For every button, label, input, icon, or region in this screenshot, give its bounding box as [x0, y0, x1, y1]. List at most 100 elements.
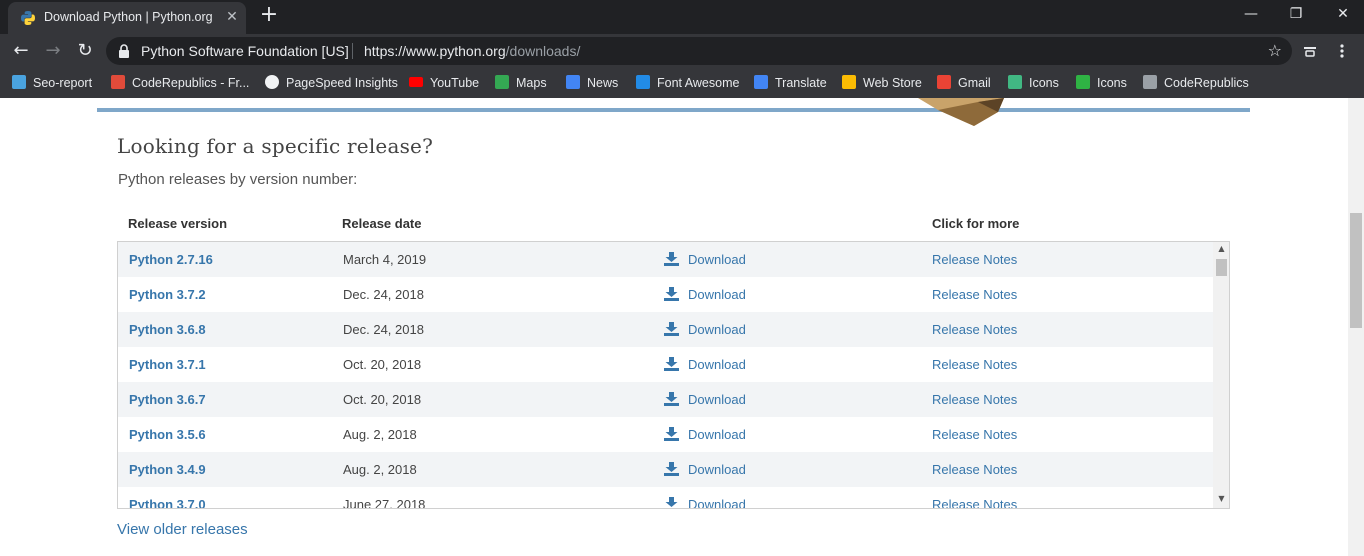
bookmark-star-icon[interactable]: ☆ — [1268, 41, 1282, 60]
extension-icon[interactable] — [1302, 43, 1318, 59]
bookmark-gmail[interactable]: Gmail — [937, 74, 991, 92]
download-link[interactable]: Download — [664, 287, 746, 302]
site-identity-chip[interactable]: Python Software Foundation [US] — [141, 43, 349, 59]
download-icon — [664, 357, 679, 371]
bookmark-translate[interactable]: Translate — [754, 74, 827, 92]
bookmark-web-store[interactable]: Web Store — [842, 74, 922, 92]
table-row: Python 3.7.0 June 27, 2018 Download Rele… — [118, 487, 1213, 509]
vue-icon — [1008, 75, 1022, 89]
bookmark-maps[interactable]: Maps — [495, 74, 547, 92]
release-version-link[interactable]: Python 3.7.1 — [129, 357, 206, 372]
bookmark-icons-bootstrap[interactable]: Icons — [1076, 74, 1127, 92]
url-path: /downloads/ — [505, 43, 581, 59]
gmail-icon — [937, 75, 951, 89]
release-notes-link[interactable]: Release Notes — [932, 462, 1017, 477]
table-row: Python 3.6.8 Dec. 24, 2018 Download Rele… — [118, 312, 1213, 347]
release-version-link[interactable]: Python 3.6.8 — [129, 322, 206, 337]
close-window-button[interactable]: ✕ — [1328, 4, 1358, 24]
release-notes-link[interactable]: Release Notes — [932, 252, 1017, 267]
column-header-more: Click for more — [932, 216, 1020, 231]
table-row: Python 3.4.9 Aug. 2, 2018 Download Relea… — [118, 452, 1213, 487]
page-scroll-thumb[interactable] — [1350, 213, 1362, 328]
page-subheading: Python releases by version number: — [118, 171, 358, 188]
release-notes-link[interactable]: Release Notes — [932, 392, 1017, 407]
python-logo-icon — [21, 11, 35, 25]
omnibox-divider — [352, 43, 353, 59]
back-button[interactable]: ← — [9, 39, 33, 63]
release-list-scrollbar[interactable]: ▲ ▼ — [1213, 242, 1229, 508]
release-date: Oct. 20, 2018 — [343, 392, 422, 407]
release-notes-link[interactable]: Release Notes — [932, 357, 1017, 372]
bookmark-icons-vue[interactable]: Icons — [1008, 74, 1059, 92]
release-version-link[interactable]: Python 3.5.6 — [129, 427, 206, 442]
bookmark-font-awesome[interactable]: Font Awesome — [636, 74, 739, 92]
python-box-illustration — [918, 98, 1004, 126]
release-date: Aug. 2, 2018 — [343, 427, 417, 442]
bookmark-news[interactable]: News — [566, 74, 618, 92]
new-tab-button[interactable]: + — [258, 4, 280, 26]
bookmark-pagespeed[interactable]: PageSpeed Insights — [265, 74, 398, 92]
download-link[interactable]: Download — [664, 462, 746, 477]
download-icon — [664, 462, 679, 476]
column-header-version: Release version — [128, 216, 228, 231]
tab-title: Download Python | Python.org — [44, 10, 213, 24]
release-version-link[interactable]: Python 3.6.7 — [129, 392, 206, 407]
check-icon — [12, 75, 26, 89]
grid-icon — [1143, 75, 1157, 89]
menu-kebab-icon[interactable] — [1336, 43, 1348, 59]
download-icon — [664, 392, 679, 406]
release-notes-link[interactable]: Release Notes — [932, 322, 1017, 337]
reload-button[interactable]: ↻ — [73, 39, 97, 63]
lock-icon — [119, 44, 129, 58]
store-icon — [842, 75, 856, 89]
table-row: Python 3.7.1 Oct. 20, 2018 Download Rele… — [118, 347, 1213, 382]
release-version-link[interactable]: Python 3.4.9 — [129, 462, 206, 477]
release-version-link[interactable]: Python 3.7.0 — [129, 497, 206, 508]
download-link[interactable]: Download — [664, 322, 746, 337]
section-divider — [97, 108, 1250, 112]
download-link[interactable]: Download — [664, 357, 746, 372]
table-row: Python 2.7.16 March 4, 2019 Download Rel… — [118, 242, 1213, 277]
bookmark-coderepublics-fr[interactable]: CodeRepublics - Fr... — [111, 74, 249, 92]
bookmark-youtube[interactable]: YouTube — [409, 74, 479, 92]
release-version-link[interactable]: Python 3.7.2 — [129, 287, 206, 302]
download-link[interactable]: Download — [664, 252, 746, 267]
maps-icon — [495, 75, 509, 89]
release-date: Dec. 24, 2018 — [343, 287, 424, 302]
restore-button[interactable]: ❐ — [1281, 4, 1311, 24]
forward-button[interactable]: → — [41, 39, 65, 63]
browser-titlebar: Download Python | Python.org ✕ + — ❐ ✕ — [0, 0, 1364, 34]
view-older-releases-link[interactable]: View older releases — [117, 521, 248, 538]
scroll-down-arrow-icon[interactable]: ▼ — [1213, 492, 1229, 506]
release-date: June 27, 2018 — [343, 497, 426, 509]
url-host: https://www.python.org — [364, 43, 506, 59]
release-list[interactable]: Python 2.7.16 March 4, 2019 Download Rel… — [117, 241, 1230, 509]
download-link[interactable]: Download — [664, 427, 746, 442]
download-icon — [664, 322, 679, 336]
bookmarks-bar: Seo-report CodeRepublics - Fr... PageSpe… — [0, 68, 1364, 98]
release-notes-link[interactable]: Release Notes — [932, 287, 1017, 302]
page-heading: Looking for a specific release? — [117, 134, 433, 158]
download-icon — [664, 252, 679, 266]
download-link[interactable]: Download — [664, 497, 746, 508]
minimize-button[interactable]: — — [1236, 4, 1266, 24]
table-row: Python 3.7.2 Dec. 24, 2018 Download Rele… — [118, 277, 1213, 312]
page-scrollbar[interactable] — [1348, 98, 1364, 556]
bookmark-seo-report[interactable]: Seo-report — [12, 74, 92, 92]
address-bar[interactable]: Python Software Foundation [US] https://… — [106, 37, 1292, 65]
release-notes-link[interactable]: Release Notes — [932, 427, 1017, 442]
scroll-up-arrow-icon[interactable]: ▲ — [1213, 242, 1229, 256]
tab-close-icon[interactable]: ✕ — [224, 8, 240, 24]
pagespeed-icon — [265, 75, 279, 89]
code-icon — [111, 75, 125, 89]
bookmark-coderepublics[interactable]: CodeRepublics — [1143, 74, 1249, 92]
download-link[interactable]: Download — [664, 392, 746, 407]
release-list-scroll-thumb[interactable] — [1216, 259, 1227, 276]
release-notes-link[interactable]: Release Notes — [932, 497, 1017, 508]
release-version-link[interactable]: Python 2.7.16 — [129, 252, 213, 267]
url-text[interactable]: https://www.python.org/downloads/ — [364, 43, 580, 59]
youtube-icon — [409, 77, 423, 87]
release-date: Dec. 24, 2018 — [343, 322, 424, 337]
browser-tab[interactable]: Download Python | Python.org ✕ — [8, 2, 246, 34]
download-icon — [664, 287, 679, 301]
